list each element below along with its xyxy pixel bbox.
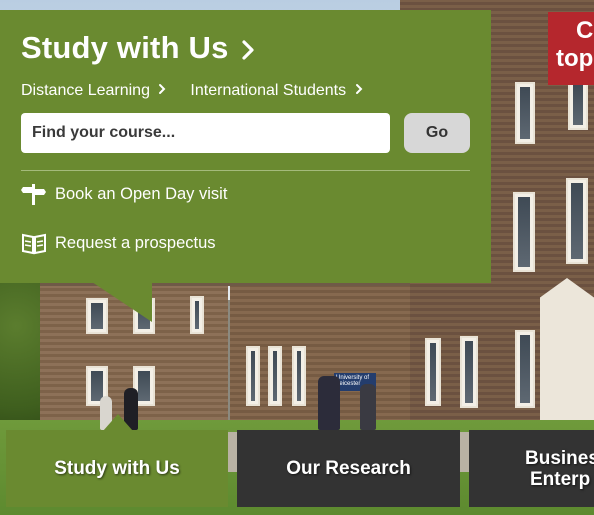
- link-distance-learning-label: Distance Learning: [21, 82, 150, 99]
- tab-research-label: Our Research: [286, 457, 411, 479]
- chevron-right-icon: [237, 30, 255, 66]
- book-open-day-label: Book an Open Day visit: [55, 184, 228, 203]
- window: [568, 80, 588, 130]
- course-search-input[interactable]: [21, 113, 390, 153]
- link-distance-learning[interactable]: Distance Learning: [21, 82, 166, 100]
- chevron-right-icon: [158, 82, 166, 99]
- tab-study-with-us[interactable]: Study with Us: [6, 430, 228, 507]
- signpost-icon: [21, 181, 47, 207]
- window: [566, 178, 588, 264]
- window: [515, 82, 535, 144]
- book-icon: [21, 230, 47, 256]
- study-links: Distance Learning International Students: [21, 82, 363, 100]
- link-international-students[interactable]: International Students: [190, 82, 362, 100]
- window: [292, 346, 306, 406]
- person: [360, 384, 376, 430]
- window: [246, 346, 260, 406]
- tab-business-label-line1: Busines: [525, 447, 594, 469]
- tab-study-label: Study with Us: [54, 457, 180, 479]
- request-prospectus-link[interactable]: Request a prospectus: [21, 230, 216, 256]
- promo-badge-line2: top: [556, 45, 594, 72]
- window: [190, 296, 204, 334]
- study-panel-title-text: Study with Us: [21, 30, 229, 65]
- window: [425, 338, 441, 406]
- chevron-right-icon: [355, 82, 363, 99]
- promo-badge[interactable]: C top: [548, 12, 594, 85]
- study-panel: Study with Us Distance Learning Internat…: [0, 10, 491, 283]
- link-international-students-label: International Students: [190, 82, 347, 99]
- book-open-day-link[interactable]: Book an Open Day visit: [21, 181, 227, 207]
- window: [515, 330, 535, 408]
- window: [513, 192, 535, 272]
- promo-badge-line1: C: [576, 17, 594, 44]
- divider: [21, 170, 470, 171]
- window: [268, 346, 282, 406]
- request-prospectus-label: Request a prospectus: [55, 233, 216, 252]
- tab-business-enterprise[interactable]: Busines Enterp: [469, 430, 594, 507]
- study-panel-title[interactable]: Study with Us: [21, 30, 255, 66]
- tab-business-label-line2: Enterp: [530, 468, 591, 490]
- window: [86, 298, 108, 334]
- window: [460, 336, 478, 408]
- portico: [540, 278, 594, 440]
- person: [318, 376, 340, 430]
- tab-our-research[interactable]: Our Research: [237, 430, 460, 507]
- go-button[interactable]: Go: [404, 113, 470, 153]
